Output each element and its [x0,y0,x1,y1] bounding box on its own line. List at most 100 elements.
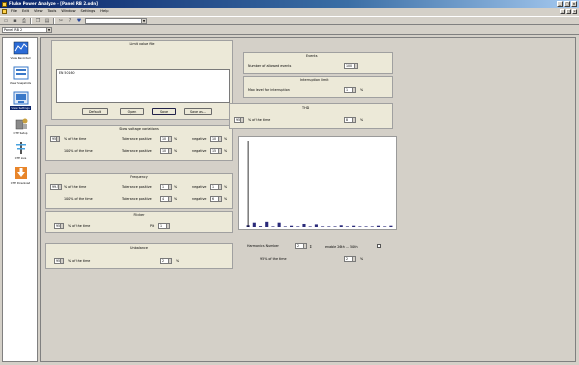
negative-label: negative [192,197,207,201]
panel-title: Slow voltage variations [119,127,159,131]
harmonic-bar-13[interactable] [314,224,318,227]
document-controls: _ □ × [560,9,577,14]
document-bar: Panel RB 2 ▼ [0,26,579,35]
close-button[interactable]: × [571,1,577,7]
harmonic-bar-22[interactable] [370,226,374,227]
menu-edit[interactable]: Edit [22,8,29,15]
download-icon [14,167,27,179]
thd-pct-input[interactable]: 95 [234,117,244,123]
pct-label: % of the time [64,185,87,189]
save-button[interactable]: Save [152,108,176,115]
chevron-down-icon[interactable]: ▼ [141,18,146,23]
flicker-pct-input[interactable]: 95 [54,223,64,229]
tolerance-positive-input[interactable]: 1 [160,184,172,190]
toolbar-combo[interactable]: ▼ [85,17,147,24]
spin-arrows-icon[interactable]: ⇕ [309,244,312,249]
menu-file[interactable]: File [11,8,17,15]
harmonic-bar-24[interactable] [383,226,387,227]
cut-icon[interactable]: ✂ [58,18,64,24]
open-button[interactable]: Open [120,108,144,115]
enable-checkbox[interactable] [377,244,381,248]
sidebar-item-label: CTE Download [10,181,31,185]
unbalance-pct-input[interactable]: 95 [54,258,64,264]
document-select[interactable]: Panel RB 2 ▼ [2,27,52,33]
frequency-pct-input[interactable]: 99.5 [50,184,62,190]
menu-view[interactable]: View [34,8,43,15]
harmonic-bar-7[interactable] [277,222,281,227]
harmonic-bar-25[interactable] [389,225,393,227]
negative-label: negative [192,149,207,153]
harmonic-bar-12[interactable] [308,226,312,227]
harmonic-bar-4[interactable] [258,226,263,227]
harmonic-bar-16[interactable] [333,226,337,227]
sidebar-item-cte-download[interactable]: CTE Download [4,165,37,187]
harmonic-bar-14[interactable] [321,226,325,227]
copy-icon[interactable]: ❐ [35,18,41,24]
menu-help[interactable]: Help [100,8,108,15]
open-icon[interactable]: ▭ [3,18,9,24]
sidebar-item-view-recorded[interactable]: View Recorded [4,40,37,62]
harmonic-bar-10[interactable] [296,226,300,227]
harmonic-bar-15[interactable] [327,226,331,227]
harmonic-bar-3[interactable] [252,222,256,227]
unit-label: % [174,185,178,189]
doc-restore-button[interactable]: □ [566,9,571,14]
tolerance-positive-input[interactable]: 10 [160,136,172,142]
sidebar-item-cte-setup[interactable]: CTE Setup [4,115,37,137]
tolerance-negative-input[interactable]: 1 [210,184,222,190]
zoom-icon[interactable]: ♥ [76,18,82,24]
events-input[interactable]: 100 [344,63,358,69]
doc-close-button[interactable]: × [572,9,577,14]
sidebar-item-view-settings[interactable]: View Settings [4,90,37,112]
harmonic-bar-23[interactable] [376,225,381,227]
harmonic-bar-11[interactable] [302,223,306,227]
menu-settings[interactable]: Settings [81,8,96,15]
toolbar-separator [30,17,32,24]
harmonic-bar-6[interactable] [271,226,275,227]
paste-icon[interactable]: ▤ [44,18,50,24]
help-icon[interactable]: ? [67,18,73,24]
menu-tools[interactable]: Tools [48,8,57,15]
maximize-button[interactable]: □ [564,1,570,7]
doc-minimize-button[interactable]: _ [560,9,565,14]
harmonic-bar-17[interactable] [339,225,343,227]
save-icon[interactable]: ▪ [12,18,18,24]
tolerance-positive-input[interactable]: 10 [160,148,172,154]
tolerance-positive-input[interactable]: 4 [160,196,172,202]
events-label: Number of allowed events [248,64,292,68]
harmonics-number-label: Harmonics Number [247,244,279,248]
tolerance-negative-input[interactable]: 10 [210,136,222,142]
plt-input[interactable]: 1 [158,223,170,229]
chevron-down-icon[interactable]: ▼ [46,28,51,32]
snapshots-icon [13,66,28,80]
default-button[interactable]: Default [82,108,108,115]
harmonic-bar-21[interactable] [364,226,368,227]
harmonic-bar-18[interactable] [345,226,349,227]
harmonics-value-input[interactable]: 2 [344,256,356,262]
harmonic-bar-20[interactable] [358,226,362,227]
harmonic-bar-19[interactable] [352,225,356,227]
tolerance-negative-input[interactable]: 6 [210,196,222,202]
tolerance-negative-input[interactable]: 15 [210,148,222,154]
slow-voltage-panel: Slow voltage variations 95 % of the time… [45,125,233,161]
harmonic-bar-8[interactable] [283,226,287,227]
sidebar-item-cte-live[interactable]: CTE Live [4,140,37,162]
thd-value-input[interactable]: 8 [344,117,356,123]
title-bar: Fluke Power Analyze - [Panel RB 2.odn] _… [0,0,579,8]
unit-label: % [224,149,228,153]
print-icon[interactable]: ⎙ [21,18,27,24]
harmonic-bar-9[interactable] [290,225,294,227]
save-as-button[interactable]: Save as... [184,108,212,115]
minimize-button[interactable]: _ [557,1,563,7]
unbalance-value-input[interactable]: 2 [160,258,172,264]
harmonics-number-input[interactable]: 2 [295,243,307,249]
slow-voltage-pct-input[interactable]: 95 [50,136,60,142]
harmonic-bar-5[interactable] [265,221,269,227]
harmonics-chart[interactable] [238,136,397,230]
interruption-input[interactable]: 1 [344,87,356,93]
unit-label: % [174,149,178,153]
menu-window[interactable]: Window [61,8,75,15]
pct-label: 100% of the time [64,197,93,201]
limit-file-text[interactable]: EN 50160 [56,69,230,103]
sidebar-item-view-snapshots[interactable]: View Snapshots [4,65,37,87]
